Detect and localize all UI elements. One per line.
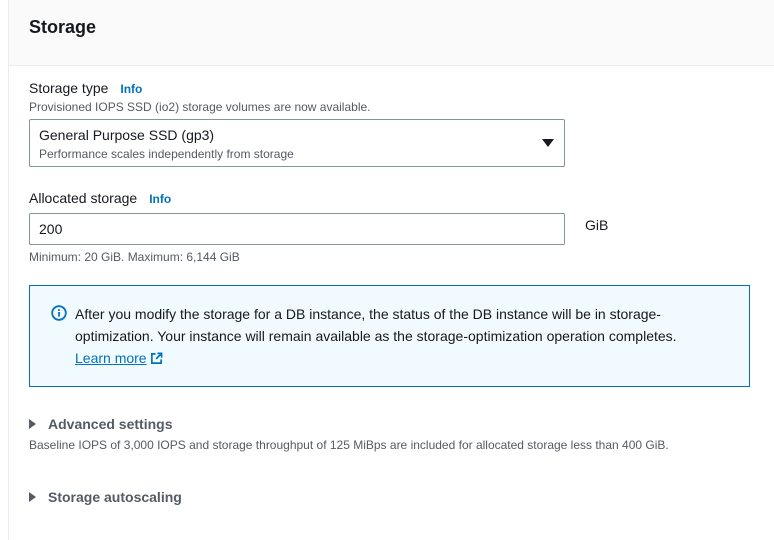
learn-more-link[interactable]: Learn more bbox=[75, 350, 163, 366]
storage-type-selected-description: Performance scales independently from st… bbox=[39, 147, 294, 161]
allocated-storage-info-link[interactable]: Info bbox=[149, 192, 171, 206]
alert-message: After you modify the storage for a DB in… bbox=[75, 303, 735, 369]
learn-more-label: Learn more bbox=[75, 350, 147, 366]
panel-header: Storage bbox=[9, 0, 774, 66]
allocated-storage-input[interactable] bbox=[29, 213, 565, 245]
external-link-icon bbox=[150, 352, 163, 364]
caret-right-icon bbox=[29, 492, 36, 502]
storage-type-field: Storage type Info Provisioned IOPS SSD (… bbox=[29, 80, 371, 114]
alert-text: After you modify the storage for a DB in… bbox=[75, 306, 677, 344]
allocated-storage-constraint: Minimum: 20 GiB. Maximum: 6,144 GiB bbox=[29, 250, 240, 264]
allocated-storage-unit: GiB bbox=[585, 217, 609, 233]
advanced-settings-label: Advanced settings bbox=[48, 416, 173, 432]
storage-panel: Storage Storage type Info Provisioned IO… bbox=[8, 0, 774, 540]
panel-title: Storage bbox=[29, 17, 97, 37]
storage-type-description: Provisioned IOPS SSD (io2) storage volum… bbox=[29, 100, 371, 114]
allocated-storage-label: Allocated storage bbox=[29, 190, 138, 206]
info-icon bbox=[51, 305, 67, 321]
storage-type-selected-value: General Purpose SSD (gp3) bbox=[39, 127, 215, 143]
advanced-settings-description: Baseline IOPS of 3,000 IOPS and storage … bbox=[29, 438, 669, 452]
allocated-storage-field: Allocated storage Info bbox=[29, 190, 171, 206]
caret-right-icon bbox=[29, 419, 36, 429]
storage-autoscaling-expander[interactable]: Storage autoscaling bbox=[29, 489, 182, 505]
storage-type-info-link[interactable]: Info bbox=[120, 82, 142, 96]
advanced-settings-expander[interactable]: Advanced settings bbox=[29, 416, 172, 432]
storage-type-select[interactable]: General Purpose SSD (gp3) Performance sc… bbox=[29, 119, 565, 167]
storage-info-alert: After you modify the storage for a DB in… bbox=[29, 285, 750, 387]
caret-down-icon bbox=[542, 139, 554, 147]
storage-autoscaling-label: Storage autoscaling bbox=[48, 489, 182, 505]
storage-type-label: Storage type bbox=[29, 80, 109, 96]
